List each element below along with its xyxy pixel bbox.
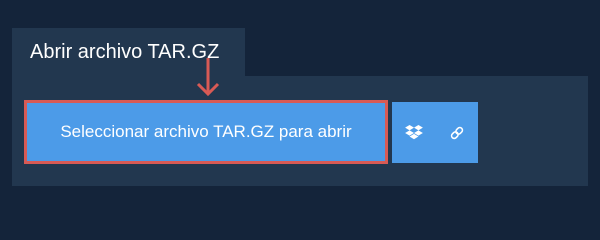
tab-title: Abrir archivo TAR.GZ	[30, 41, 220, 63]
dropbox-button[interactable]	[392, 102, 435, 163]
arrow-down-icon	[196, 58, 220, 97]
link-icon	[450, 126, 463, 139]
select-file-button[interactable]: Seleccionar archivo TAR.GZ para abrir	[24, 100, 388, 164]
link-button[interactable]	[435, 102, 478, 163]
dropbox-icon	[404, 124, 423, 139]
